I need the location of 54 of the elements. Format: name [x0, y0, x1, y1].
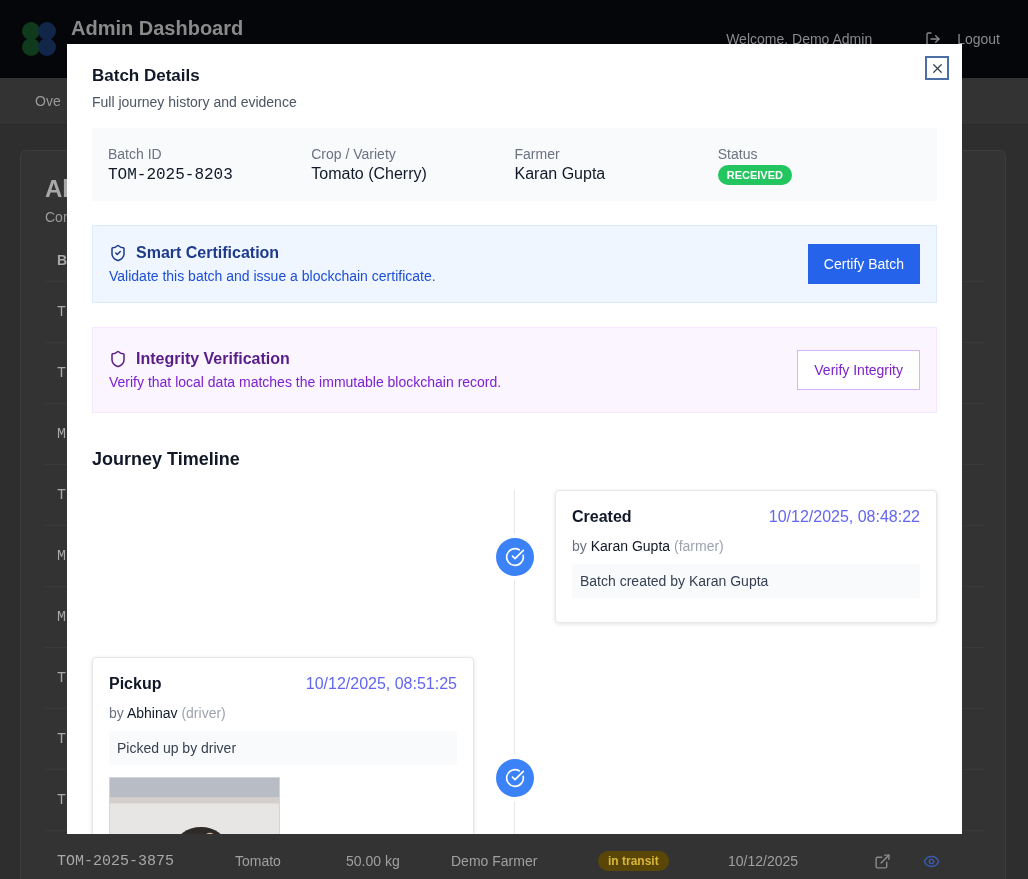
event-actor: by Abhinav (driver)	[109, 705, 227, 721]
external-link-icon[interactable]	[874, 852, 892, 870]
nav-tab[interactable]: Ove	[35, 93, 61, 109]
batch-id-cell: M	[57, 425, 66, 443]
batch-id-cell: M	[57, 547, 66, 565]
shield-check-icon	[109, 244, 127, 262]
batch-id-cell: M	[57, 608, 66, 626]
panel-title: Integrity Verification	[136, 350, 290, 368]
panel-description: Validate this batch and issue a blockchain certificate.	[109, 268, 436, 284]
batch-id-cell: T	[57, 486, 66, 504]
app-title: Admin Dashboard	[71, 17, 244, 40]
check-circle-icon	[495, 758, 534, 797]
farmer-cell: Demo Farmer	[451, 853, 538, 869]
logout-button[interactable]: Logout	[925, 31, 1000, 47]
certify-button[interactable]: Certify Batch	[807, 244, 920, 284]
shield-icon	[109, 350, 127, 368]
card-subtitle: Cor	[45, 209, 69, 225]
event-time: 10/12/2025, 08:51:25	[305, 675, 457, 693]
logout-icon	[925, 31, 942, 47]
batch-id-cell: T	[57, 669, 66, 687]
field-value: Tomato (Cherry)	[311, 165, 427, 183]
field-value: Karan Gupta	[514, 165, 606, 183]
column-header: B	[57, 252, 68, 268]
batch-id-cell: T	[57, 730, 66, 748]
close-button[interactable]	[925, 56, 949, 80]
welcome-text: Welcome, Demo Admin	[726, 31, 873, 47]
batch-id-cell: TOM-2025-3875	[57, 852, 175, 870]
verify-button[interactable]: Verify Integrity	[797, 350, 920, 390]
field-label: Status	[717, 146, 759, 162]
event-note: Picked up by driver	[109, 731, 457, 765]
panel-description: Verify that local data matches the immutable blockchain record.	[109, 374, 502, 390]
field-label: Crop / Variety	[311, 146, 397, 162]
status-badge: in transit	[598, 851, 669, 871]
status-badge: RECEIVED	[717, 165, 792, 185]
dialog-subtitle: Full journey history and evidence	[92, 94, 298, 110]
date-cell: 10/12/2025	[728, 853, 799, 869]
section-title: Journey Timeline	[92, 449, 241, 470]
event-actor: by Karan Gupta (farmer)	[572, 538, 725, 554]
crop-cell: Tomato	[235, 853, 281, 869]
panel-title: Smart Certification	[136, 244, 280, 262]
quantity-cell: 50.00 kg	[346, 853, 400, 869]
event-time: 10/12/2025, 08:48:22	[768, 508, 920, 526]
event-title: Created	[572, 508, 632, 526]
batch-id-cell: T	[57, 364, 66, 382]
batch-id-cell: T	[57, 791, 66, 809]
event-title: Pickup	[109, 675, 162, 693]
field-label: Farmer	[514, 146, 561, 162]
clover-logo-icon	[20, 20, 58, 58]
dialog-title: Batch Details	[92, 66, 201, 86]
event-note: Batch created by Karan Gupta	[572, 564, 920, 598]
field-label: Batch ID	[108, 146, 163, 162]
check-circle-icon	[495, 537, 534, 576]
batch-id-cell: T	[57, 303, 66, 321]
field-value: TOM-2025-8203	[108, 166, 233, 184]
